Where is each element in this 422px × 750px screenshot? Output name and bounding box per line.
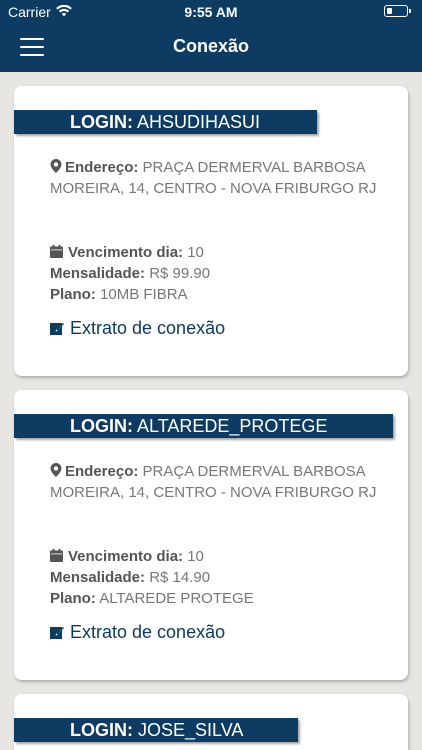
app-header: Carrier 9:55 AM Conexão — [0, 0, 422, 72]
login-value: AHSUDIHASUI — [137, 112, 261, 132]
connection-card: LOGIN: ALTAREDE_PROTEGE Endereço: PRAÇA … — [14, 390, 408, 680]
login-banner: LOGIN: AHSUDIHASUI — [14, 110, 317, 134]
edit-icon — [50, 319, 64, 335]
due-day-value: 10 — [187, 548, 204, 565]
plan-row: Plano: ALTAREDE PROTEGE — [50, 588, 390, 609]
calendar-icon — [50, 243, 63, 258]
login-banner: LOGIN: JOSE_SILVA — [14, 718, 298, 742]
due-day-row: Vencimento dia: 10 — [50, 242, 390, 263]
due-day-row: Vencimento dia: 10 — [50, 546, 390, 567]
monthly-fee-row: Mensalidade: R$ 99.90 — [50, 263, 390, 284]
connection-card: LOGIN: AHSUDIHASUI Endereço: PRAÇA DERME… — [14, 86, 408, 376]
due-day-value: 10 — [187, 244, 204, 261]
login-label: LOGIN: — [70, 720, 133, 740]
login-value: JOSE_SILVA — [138, 720, 244, 740]
plan-value: 10MB FIBRA — [100, 286, 188, 303]
login-label: LOGIN: — [70, 416, 133, 436]
due-day-label: Vencimento dia: — [68, 244, 184, 261]
monthly-fee-label: Mensalidade: — [50, 569, 146, 586]
login-value: ALTAREDE_PROTEGE — [137, 416, 328, 436]
connection-card: LOGIN: JOSE_SILVA — [14, 694, 408, 750]
monthly-fee-label: Mensalidade: — [50, 265, 146, 282]
address-label: Endereço: — [65, 159, 139, 176]
calendar-icon — [50, 547, 63, 562]
login-label: LOGIN: — [70, 112, 133, 132]
connection-statement-link[interactable]: Extrato de conexão — [50, 622, 225, 643]
connection-statement-label: Extrato de conexão — [70, 622, 226, 642]
plan-label: Plano: — [50, 286, 96, 303]
address-block: Endereço: PRAÇA DERMERVAL BARBOSA MOREIR… — [50, 157, 390, 199]
map-pin-icon — [50, 158, 62, 173]
address-block: Endereço: PRAÇA DERMERVAL BARBOSA MOREIR… — [50, 461, 390, 503]
plan-label: Plano: — [50, 590, 96, 607]
due-day-label: Vencimento dia: — [68, 548, 184, 565]
billing-info: Vencimento dia: 10 Mensalidade: R$ 14.90… — [50, 546, 390, 609]
plan-value: ALTAREDE PROTEGE — [99, 590, 254, 607]
monthly-fee-row: Mensalidade: R$ 14.90 — [50, 567, 390, 588]
login-banner: LOGIN: ALTAREDE_PROTEGE — [14, 414, 393, 438]
edit-icon — [50, 623, 64, 639]
plan-row: Plano: 10MB FIBRA — [50, 284, 390, 305]
status-bar: Carrier 9:55 AM — [0, 0, 422, 24]
status-time: 9:55 AM — [184, 4, 238, 20]
page-title: Conexão — [172, 36, 250, 56]
address-label: Endereço: — [65, 463, 139, 480]
monthly-fee-value: R$ 14.90 — [149, 569, 211, 586]
battery-icon — [384, 5, 411, 17]
map-pin-icon — [50, 462, 62, 477]
connection-statement-link[interactable]: Extrato de conexão — [50, 318, 225, 339]
billing-info: Vencimento dia: 10 Mensalidade: R$ 99.90… — [50, 242, 390, 305]
monthly-fee-value: R$ 99.90 — [149, 265, 211, 282]
connection-statement-label: Extrato de conexão — [70, 318, 226, 338]
